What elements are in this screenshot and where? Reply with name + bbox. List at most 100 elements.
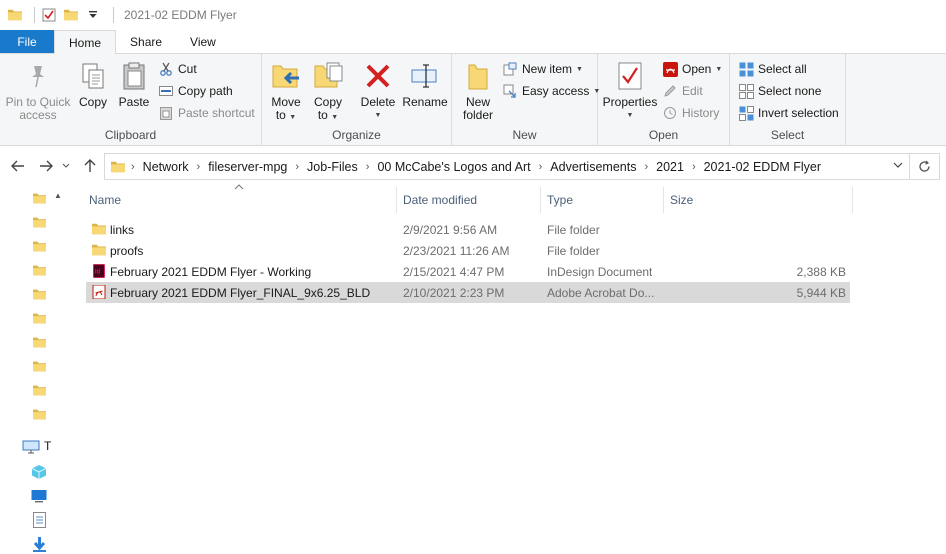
file-row[interactable]: links 2/9/2021 9:56 AM File folder bbox=[86, 219, 850, 240]
folder-icon[interactable] bbox=[33, 312, 46, 325]
file-size: 5,944 KB bbox=[796, 285, 846, 300]
tab-view[interactable]: View bbox=[176, 30, 230, 53]
desktop-icon[interactable] bbox=[31, 489, 47, 503]
tab-file[interactable]: File bbox=[0, 30, 54, 53]
paste-button[interactable]: Paste bbox=[116, 60, 152, 109]
new-folder-icon bbox=[462, 60, 494, 92]
pdf-icon bbox=[662, 61, 678, 77]
back-arrow-icon[interactable] bbox=[8, 156, 28, 176]
divider[interactable] bbox=[396, 187, 397, 213]
chevron-right-icon[interactable]: › bbox=[537, 161, 545, 173]
open-label: Open bbox=[682, 62, 712, 76]
paste-label: Paste bbox=[118, 95, 150, 109]
folder-icon[interactable] bbox=[33, 264, 46, 277]
properties-check-icon[interactable] bbox=[41, 7, 57, 23]
clipboard-group: Pin to Quick access Copy Paste Cut Copy … bbox=[0, 54, 262, 146]
open-button[interactable]: Open ▼ bbox=[662, 59, 722, 79]
new-item-button[interactable]: New item ▼ bbox=[502, 59, 583, 79]
folder-icon[interactable] bbox=[33, 336, 46, 349]
invert-selection-button[interactable]: Invert selection bbox=[738, 103, 839, 123]
up-arrow-icon[interactable] bbox=[80, 156, 100, 176]
chevron-right-icon[interactable]: › bbox=[690, 161, 698, 173]
file-name[interactable]: February 2021 EDDM Flyer - Working bbox=[110, 261, 311, 282]
file-row[interactable]: February 2021 EDDM Flyer_FINAL_9x6.25_BL… bbox=[86, 282, 850, 303]
rename-button[interactable]: Rename bbox=[402, 60, 448, 109]
breadcrumb-job-files[interactable]: Job-Files bbox=[301, 160, 364, 174]
properties-button[interactable]: Properties ▼ bbox=[602, 60, 658, 122]
file-size bbox=[666, 240, 846, 261]
rename-icon bbox=[409, 60, 441, 92]
cut-button[interactable]: Cut bbox=[158, 59, 197, 79]
file-size bbox=[666, 219, 846, 240]
breadcrumb-network[interactable]: Network bbox=[137, 160, 195, 174]
breadcrumb-fileserver[interactable]: fileserver-mpg bbox=[202, 160, 293, 174]
file-name[interactable]: links bbox=[110, 219, 134, 240]
move-to-button[interactable]: Move to ▼ bbox=[268, 60, 304, 124]
column-header-type[interactable]: Type bbox=[547, 185, 573, 215]
easy-access-button[interactable]: Easy access ▼ bbox=[502, 81, 600, 101]
divider[interactable] bbox=[852, 187, 853, 213]
paste-icon bbox=[118, 60, 150, 92]
new-folder-quick-icon[interactable] bbox=[63, 7, 79, 23]
folder-icon[interactable] bbox=[33, 216, 46, 229]
documents-icon[interactable] bbox=[33, 512, 46, 528]
copy-button[interactable]: Copy bbox=[76, 60, 110, 109]
divider[interactable] bbox=[663, 187, 664, 213]
copy-path-button[interactable]: Copy path bbox=[158, 81, 233, 101]
3d-objects-icon[interactable] bbox=[31, 464, 47, 480]
chevron-right-icon[interactable]: › bbox=[364, 161, 372, 173]
file-type: File folder bbox=[547, 243, 600, 258]
file-name[interactable]: proofs bbox=[110, 240, 143, 261]
edit-button[interactable]: Edit bbox=[662, 81, 703, 101]
navigation-pane-scrollbar[interactable]: ▲ bbox=[50, 185, 67, 554]
address-history-chevron-icon[interactable] bbox=[893, 159, 903, 171]
sort-ascending-icon bbox=[234, 183, 244, 192]
downloads-icon[interactable] bbox=[32, 536, 47, 552]
column-header-size[interactable]: Size bbox=[670, 185, 693, 215]
file-row[interactable]: proofs 2/23/2021 11:26 AM File folder bbox=[86, 240, 850, 261]
delete-label: Delete bbox=[360, 95, 396, 109]
folder-icon[interactable] bbox=[33, 360, 46, 373]
select-all-label: Select all bbox=[758, 62, 807, 76]
move-to-icon bbox=[270, 60, 302, 92]
new-folder-button[interactable]: New folder bbox=[458, 60, 498, 122]
folder-icon[interactable] bbox=[33, 288, 46, 301]
title-bar: 2021-02 EDDM Flyer bbox=[0, 0, 946, 30]
select-all-button[interactable]: Select all bbox=[738, 59, 807, 79]
chevron-right-icon[interactable]: › bbox=[293, 161, 301, 173]
column-header-name[interactable]: Name bbox=[89, 185, 121, 215]
breadcrumb-advertisements[interactable]: Advertisements bbox=[544, 160, 642, 174]
breadcrumb-logos-and-art[interactable]: 00 McCabe's Logos and Art bbox=[371, 160, 536, 174]
file-name[interactable]: February 2021 EDDM Flyer_FINAL_9x6.25_BL… bbox=[110, 282, 370, 303]
chevron-right-icon[interactable]: › bbox=[642, 161, 650, 173]
recent-locations-chevron-icon[interactable] bbox=[60, 156, 72, 176]
refresh-icon[interactable] bbox=[910, 153, 940, 180]
chevron-down-icon: ▼ bbox=[289, 114, 297, 121]
move-to-label-line2: to bbox=[275, 108, 286, 122]
folder-icon[interactable] bbox=[33, 192, 46, 205]
forward-arrow-icon[interactable] bbox=[36, 156, 56, 176]
address-bar[interactable]: › Network › fileserver-mpg › Job-Files ›… bbox=[104, 153, 910, 180]
scroll-up-arrow-icon[interactable]: ▲ bbox=[54, 191, 62, 200]
history-button[interactable]: History bbox=[662, 103, 719, 123]
copy-path-label: Copy path bbox=[178, 84, 233, 98]
paste-shortcut-button[interactable]: Paste shortcut bbox=[158, 103, 255, 123]
copy-to-button[interactable]: Copy to ▼ bbox=[310, 60, 346, 124]
file-row[interactable]: Id February 2021 EDDM Flyer - Working 2/… bbox=[86, 261, 850, 282]
breadcrumb-current-folder[interactable]: 2021-02 EDDM Flyer bbox=[698, 160, 827, 174]
folder-icon[interactable] bbox=[33, 408, 46, 421]
chevron-right-icon[interactable]: › bbox=[195, 161, 203, 173]
this-pc-icon[interactable] bbox=[22, 440, 40, 454]
folder-icon[interactable] bbox=[33, 240, 46, 253]
delete-button[interactable]: Delete ▼ bbox=[358, 60, 398, 122]
breadcrumb-2021[interactable]: 2021 bbox=[650, 160, 690, 174]
tab-share[interactable]: Share bbox=[116, 30, 176, 53]
column-header-date-modified[interactable]: Date modified bbox=[403, 185, 477, 215]
select-none-button[interactable]: Select none bbox=[738, 81, 821, 101]
folder-icon[interactable] bbox=[33, 384, 46, 397]
pin-to-quick-access-button[interactable]: Pin to Quick access bbox=[4, 60, 72, 122]
tab-home[interactable]: Home bbox=[54, 30, 117, 55]
divider[interactable] bbox=[540, 187, 541, 213]
customize-quick-access-icon[interactable] bbox=[85, 7, 101, 23]
copy-icon bbox=[77, 60, 109, 92]
